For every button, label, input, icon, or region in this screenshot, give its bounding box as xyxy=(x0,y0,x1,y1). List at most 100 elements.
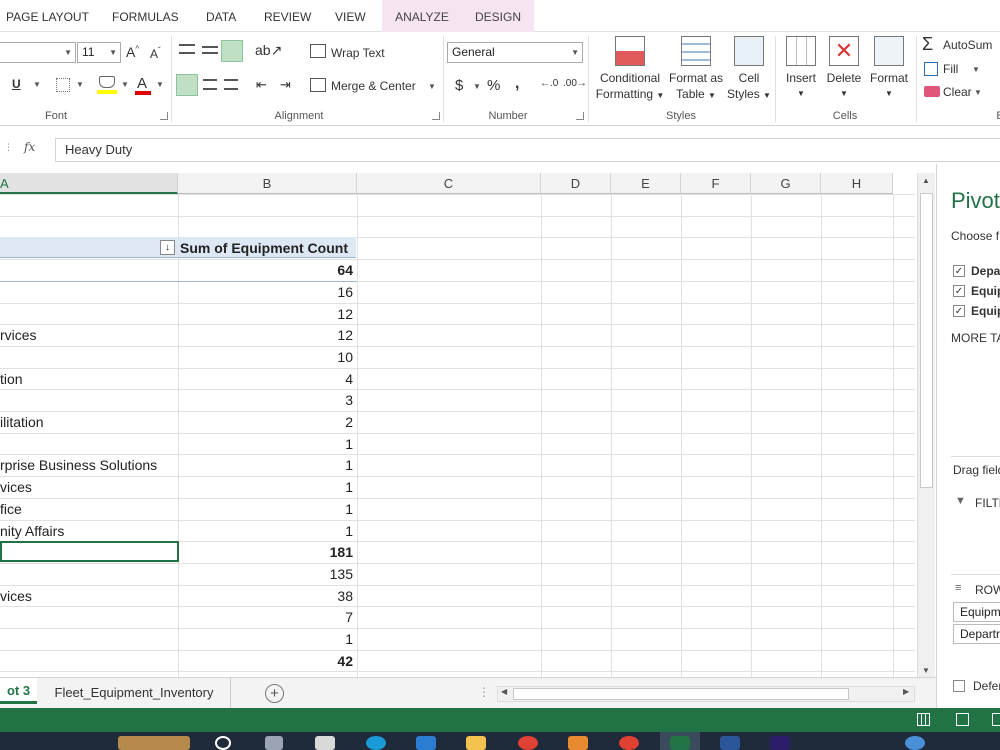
pivot-value-cell[interactable]: 64 xyxy=(178,259,356,280)
column-header-b[interactable]: B xyxy=(178,173,357,194)
chevron-down-icon[interactable]: ▼ xyxy=(972,65,980,74)
store-icon[interactable] xyxy=(315,736,335,750)
tab-data[interactable]: DATA xyxy=(206,0,236,32)
merge-center-button[interactable]: Merge & Center xyxy=(331,79,416,93)
pivot-value-cell[interactable]: 2 xyxy=(178,411,356,432)
pivot-row-label[interactable] xyxy=(0,628,177,649)
column-header-a[interactable]: A xyxy=(0,173,178,194)
pivot-row-label[interactable] xyxy=(0,281,177,302)
more-tables-link[interactable]: MORE TA xyxy=(951,331,1000,345)
formula-input[interactable]: Heavy Duty xyxy=(55,138,1000,162)
horizontal-scrollbar[interactable]: ◀ ▶ xyxy=(497,686,915,702)
horizontal-scroll-thumb[interactable] xyxy=(513,688,849,700)
taskbar-widget-icon[interactable] xyxy=(118,736,190,750)
align-top-icon[interactable] xyxy=(179,44,195,54)
align-center-icon[interactable] xyxy=(203,79,217,90)
field-checkbox[interactable]: ✓ xyxy=(953,285,965,297)
tab-view[interactable]: VIEW xyxy=(335,0,366,32)
format-as-table-button[interactable]: Format as Table ▼ xyxy=(667,36,725,104)
align-left-icon[interactable] xyxy=(176,74,198,96)
chevron-down-icon[interactable]: ▼ xyxy=(428,82,436,91)
autosum-button[interactable]: AutoSum xyxy=(943,38,992,52)
field-label[interactable]: Equip xyxy=(971,284,1000,298)
increase-decimal-icon[interactable]: ←.0 xyxy=(540,78,558,89)
pivot-value-cell[interactable]: 1 xyxy=(178,454,356,475)
font-size-combo[interactable]: 11 ▼ xyxy=(77,42,121,63)
row-field-item[interactable]: Equipm xyxy=(953,602,1000,622)
conditional-formatting-button[interactable]: Conditional Formatting ▼ xyxy=(593,36,667,104)
name-box-dropdown-icon[interactable]: ⋮ xyxy=(4,142,13,153)
tab-formulas[interactable]: FORMULAS xyxy=(112,0,179,32)
chevron-down-icon[interactable]: ▼ xyxy=(33,80,41,89)
pivot-value-cell[interactable]: 135 xyxy=(178,563,356,584)
orientation-icon[interactable]: ab↗ xyxy=(255,42,282,59)
pivot-values-header[interactable]: Sum of Equipment Count xyxy=(178,237,356,258)
scroll-left-icon[interactable]: ◀ xyxy=(501,687,507,696)
cell-styles-button[interactable]: Cell Styles ▼ xyxy=(725,36,773,104)
pivot-row-label[interactable] xyxy=(0,389,177,410)
edge-icon[interactable] xyxy=(366,736,386,750)
underline-icon[interactable]: U xyxy=(12,77,21,91)
column-header-d[interactable]: D xyxy=(541,173,611,194)
number-dialog-launcher[interactable] xyxy=(576,112,584,120)
fill-down-icon[interactable] xyxy=(924,62,938,76)
grow-font-icon[interactable]: A^ xyxy=(126,44,139,60)
chevron-down-icon[interactable]: ▼ xyxy=(76,80,84,89)
format-button[interactable]: Format ▼ xyxy=(866,36,912,102)
chevron-down-icon[interactable]: ▼ xyxy=(974,88,982,97)
pivot-row-label[interactable] xyxy=(0,650,177,671)
tab-splitter-icon[interactable]: ⋮ xyxy=(478,685,490,699)
borders-icon[interactable] xyxy=(56,78,70,92)
pivot-value-cell[interactable]: 16 xyxy=(178,281,356,302)
pivot-row-label[interactable] xyxy=(0,346,177,367)
pivot-row-label[interactable] xyxy=(0,259,177,280)
insert-button[interactable]: Insert ▼ xyxy=(780,36,822,102)
decrease-indent-icon[interactable]: ⇤ xyxy=(256,77,267,93)
pivot-value-cell[interactable]: 181 xyxy=(178,541,356,562)
field-label[interactable]: Equip xyxy=(971,304,1000,318)
number-format-combo[interactable]: General ▼ xyxy=(447,42,583,63)
add-sheet-button[interactable]: + xyxy=(265,684,284,703)
pivot-value-cell[interactable]: 1 xyxy=(178,433,356,454)
pivot-row-label[interactable]: fice xyxy=(0,498,177,519)
pivot-value-cell[interactable]: 1 xyxy=(178,476,356,497)
align-right-icon[interactable] xyxy=(224,79,238,90)
search-icon[interactable] xyxy=(215,736,231,750)
currency-button[interactable]: $ xyxy=(455,77,463,94)
pivot-value-cell[interactable]: 1 xyxy=(178,498,356,519)
vertical-scrollbar[interactable]: ▲ ▼ xyxy=(917,173,935,680)
pivot-row-label[interactable]: ilitation xyxy=(0,411,177,432)
field-checkbox[interactable]: ✓ xyxy=(953,265,965,277)
merge-center-icon[interactable] xyxy=(310,78,326,92)
pivot-value-cell[interactable]: 4 xyxy=(178,368,356,389)
fill-button[interactable]: Fill xyxy=(943,62,958,76)
pivot-value-cell[interactable]: 38 xyxy=(178,585,356,606)
font-color-icon[interactable]: A xyxy=(137,75,147,92)
delete-button[interactable]: ✕ Delete ▼ xyxy=(822,36,866,102)
tab-analyze[interactable]: ANALYZE xyxy=(382,0,462,32)
column-header-f[interactable]: F xyxy=(681,173,751,194)
pivot-value-cell[interactable]: 42 xyxy=(178,650,356,671)
pivot-row-label[interactable] xyxy=(0,563,177,584)
pivot-value-cell[interactable]: 12 xyxy=(178,303,356,324)
chevron-down-icon[interactable]: ▼ xyxy=(156,80,164,89)
chrome-icon[interactable] xyxy=(518,736,538,750)
wrap-text-icon[interactable] xyxy=(310,44,326,58)
chevron-down-icon[interactable]: ▼ xyxy=(473,82,481,91)
selected-cell[interactable] xyxy=(0,541,179,562)
pivot-value-cell[interactable]: 1 xyxy=(178,520,356,541)
pivot-row-label[interactable]: tion xyxy=(0,368,177,389)
pivot-row-label[interactable] xyxy=(0,606,177,627)
eraser-icon[interactable] xyxy=(924,86,940,97)
pivot-row-label[interactable] xyxy=(0,303,177,324)
font-name-combo[interactable]: ▼ xyxy=(0,42,76,63)
comma-button[interactable]: , xyxy=(515,75,519,93)
pivot-value-cell[interactable]: 7 xyxy=(178,606,356,627)
chevron-down-icon[interactable]: ▼ xyxy=(121,80,129,89)
page-layout-view-icon[interactable] xyxy=(956,713,969,726)
column-header-g[interactable]: G xyxy=(751,173,821,194)
sheet-tab[interactable]: Fleet_Equipment_Inventory xyxy=(38,678,231,708)
sheet-tab-active[interactable]: ot 3 xyxy=(0,678,37,704)
row-field-item[interactable]: Departr xyxy=(953,624,1000,644)
premiere-icon[interactable] xyxy=(770,736,790,750)
